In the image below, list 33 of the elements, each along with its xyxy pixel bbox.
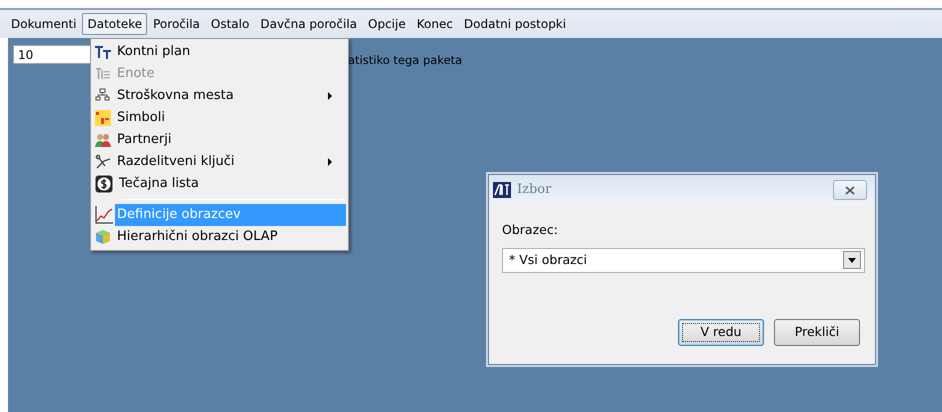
menu-bar-item[interactable]: Davčna poročila [255, 13, 362, 35]
menu-item[interactable]: Kontni plan [117, 42, 346, 62]
form-select-field[interactable]: * Vsi obrazci [502, 248, 865, 273]
background-text: atistiko tega paketa [348, 52, 462, 69]
close-button[interactable] [833, 180, 867, 200]
menu-item-icon [95, 67, 111, 81]
menu-item-icon [95, 110, 111, 126]
menu-bar-item[interactable]: Konec [412, 13, 458, 35]
menu-item[interactable]: Tečajna lista [119, 174, 346, 194]
menu-item-icon [95, 154, 111, 170]
field-label: Obrazec: [502, 221, 559, 239]
close-icon [845, 186, 855, 194]
menu-item-icon [95, 45, 111, 59]
menu-item[interactable]: Partnerji [117, 130, 346, 150]
menu-bar-item[interactable]: Opcije [363, 13, 411, 35]
app-logo-icon [493, 182, 511, 198]
menu-item[interactable]: Stroškovna mesta [117, 86, 328, 106]
menu-bar-item[interactable]: Datoteke [82, 13, 148, 35]
menu-item-icon [95, 206, 113, 224]
menu-bar-item[interactable]: Poročila [148, 13, 205, 35]
menu-bar-item[interactable]: Dokumenti [6, 13, 82, 35]
dialog-button[interactable]: V redu [678, 319, 764, 346]
dialog-button[interactable]: Prekliči [774, 319, 860, 346]
menu-bar-item[interactable]: Ostalo [206, 13, 254, 35]
menu-item[interactable]: Razdelitveni ključi [117, 152, 328, 172]
menu-item-icon [95, 229, 111, 245]
menu-item-icon [95, 175, 113, 193]
menu-item[interactable]: Hierarhični obrazci OLAP [117, 227, 346, 247]
number-field[interactable]: 10 [13, 45, 93, 64]
dialog-title: Izbor [517, 181, 552, 200]
menu-item[interactable]: Simboli [117, 108, 346, 128]
menu-bar-item[interactable]: Dodatni postopki [458, 13, 572, 35]
menu-item-icon [95, 132, 111, 148]
